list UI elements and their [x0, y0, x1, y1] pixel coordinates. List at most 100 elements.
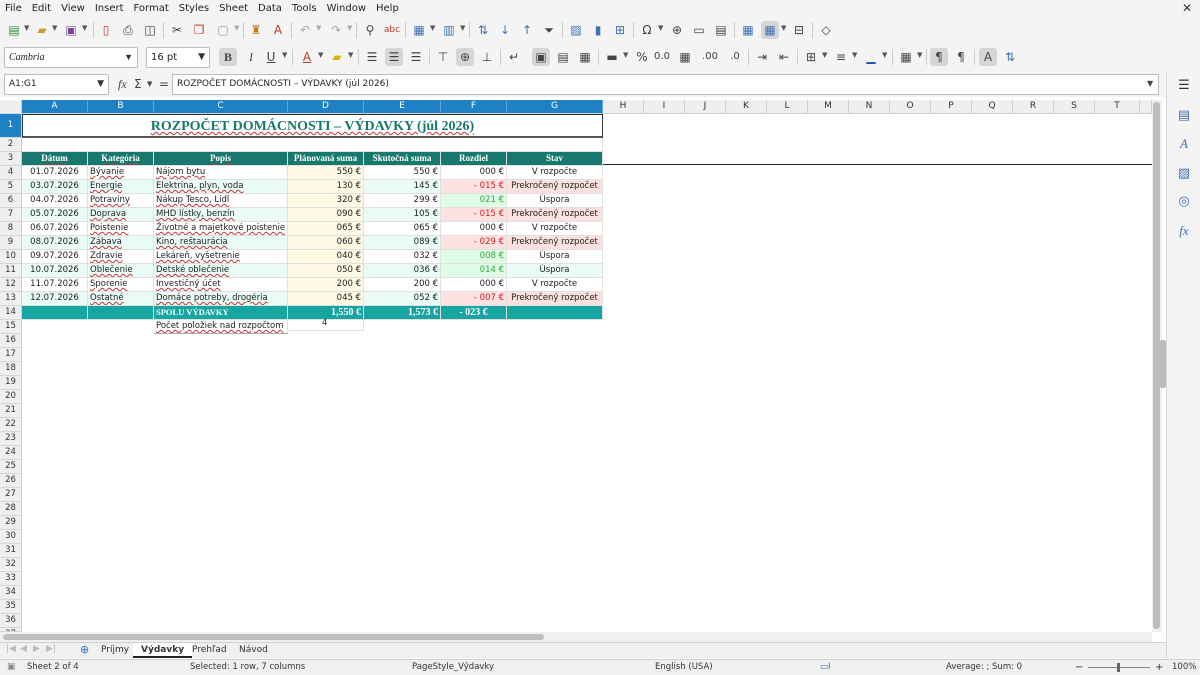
bold-icon[interactable]: B	[219, 48, 237, 66]
horizontal-scrollbar-thumb[interactable]	[3, 634, 544, 640]
cell-date[interactable]: 08.07.2026	[22, 236, 88, 250]
sheet-title[interactable]: ROZPOČET DOMÁCNOSTI – VÝDAVKY (júl 2026)	[22, 114, 603, 138]
column-header-q[interactable]: Q	[972, 100, 1013, 114]
align-center-icon[interactable]: ☰	[385, 48, 403, 66]
menu-format[interactable]: Format	[129, 0, 174, 17]
menu-window[interactable]: Window	[322, 0, 371, 17]
save-icon[interactable]: ▣	[62, 21, 80, 39]
find-replace-icon[interactable]: ⚲	[361, 21, 379, 39]
row-header-27[interactable]: 27	[0, 488, 22, 502]
cell-description[interactable]: Investičný účet	[154, 278, 288, 292]
row-header-16[interactable]: 16	[0, 334, 22, 348]
cell-description[interactable]: MHD lístky, benzín	[154, 208, 288, 222]
row-header-30[interactable]: 30	[0, 530, 22, 544]
cell-category[interactable]: Potraviny	[88, 194, 154, 208]
row-header-23[interactable]: 23	[0, 432, 22, 446]
cell-category[interactable]: Ostatné	[88, 292, 154, 306]
highlight-color-icon[interactable]: ▰	[328, 48, 346, 66]
redo-icon[interactable]: ↷	[327, 21, 345, 39]
zoom-level[interactable]: 100%	[1172, 660, 1196, 675]
menu-tools[interactable]: Tools	[287, 0, 322, 17]
cell-status[interactable]: Úspora	[507, 194, 603, 208]
cell-difference[interactable]: 000 €	[441, 278, 507, 292]
cell-planned[interactable]: 200 €	[288, 278, 364, 292]
cell-category[interactable]: Poistenie	[88, 222, 154, 236]
split-window-icon[interactable]: ⊟	[790, 21, 808, 39]
align-left-icon[interactable]: ☰	[363, 48, 381, 66]
column-header-i[interactable]: I	[644, 100, 685, 114]
freeze-rows-columns-icon[interactable]: ▦	[761, 21, 779, 39]
previous-sheet-icon[interactable]: ◀	[20, 644, 27, 654]
date-format-icon[interactable]: ▦	[676, 48, 694, 66]
spelling-icon[interactable]: abc	[383, 21, 401, 39]
cell-difference[interactable]: - 029 €	[441, 236, 507, 250]
close-document-icon[interactable]: ✕	[1182, 0, 1192, 17]
gallery-icon[interactable]: ▨	[1175, 164, 1193, 182]
text-direction-ltr-icon[interactable]: ¶	[930, 48, 948, 66]
column-header-j[interactable]: J	[685, 100, 726, 114]
total-label[interactable]: SPOLU VÝDAVKY	[154, 306, 288, 320]
row-header-5[interactable]: 5	[0, 180, 22, 194]
sort-text-icon[interactable]: ⇅	[1001, 48, 1019, 66]
function-wizard-icon[interactable]: fx	[118, 75, 127, 93]
sort-icon[interactable]: ⇅	[474, 21, 492, 39]
column-header-d[interactable]: D	[288, 100, 364, 114]
print-icon[interactable]: ⎙	[119, 21, 137, 39]
column-header-p[interactable]: P	[931, 100, 972, 114]
row-header-24[interactable]: 24	[0, 446, 22, 460]
cell-date[interactable]: 06.07.2026	[22, 222, 88, 236]
menu-data[interactable]: Data	[253, 0, 287, 17]
cell-date[interactable]: 10.07.2026	[22, 264, 88, 278]
menu-file[interactable]: File	[0, 0, 27, 17]
name-box[interactable]: A1:G1 ▼	[4, 74, 109, 95]
align-middle-icon[interactable]: ⊕	[456, 48, 474, 66]
column-header-k[interactable]: K	[726, 100, 767, 114]
tab-navod[interactable]: Návod	[231, 643, 276, 658]
row-header-28[interactable]: 28	[0, 502, 22, 516]
tab-prehlad[interactable]: Prehľad	[184, 643, 235, 658]
column-header-o[interactable]: O	[890, 100, 931, 114]
cell-status[interactable]: Prekročený rozpočet	[507, 180, 603, 194]
conditional-format-icon[interactable]: ▦	[897, 48, 915, 66]
hyperlink-icon[interactable]: ⊕	[668, 21, 686, 39]
new-document-icon[interactable]: ▤	[5, 21, 23, 39]
header-description[interactable]: Popis	[154, 152, 288, 166]
cell-description[interactable]: Nájom bytu	[154, 166, 288, 180]
row-header-9[interactable]: 9	[0, 236, 22, 250]
properties-icon[interactable]: ▤	[1175, 106, 1193, 124]
italic-icon[interactable]: I	[242, 48, 260, 66]
total-empty-cell[interactable]	[507, 306, 603, 320]
merge-cells-icon[interactable]: ▤	[554, 48, 572, 66]
autofilter-icon[interactable]: ⏷	[540, 21, 558, 39]
cell-actual[interactable]: 550 €	[364, 166, 441, 180]
align-top-icon[interactable]: ⊤	[434, 48, 452, 66]
cell-planned[interactable]: 045 €	[288, 292, 364, 306]
cell-planned[interactable]: 130 €	[288, 180, 364, 194]
align-right-icon[interactable]: ☰	[407, 48, 425, 66]
delete-decimal-icon[interactable]: .0	[726, 48, 744, 66]
cell-description[interactable]: Elektrina, plyn, voda	[154, 180, 288, 194]
cell-status[interactable]: Prekročený rozpočet	[507, 236, 603, 250]
cell-status[interactable]: Prekročený rozpočet	[507, 292, 603, 306]
selection-mode-icon[interactable]: ▭I	[820, 660, 831, 675]
add-sheet-icon[interactable]: ⊕	[80, 643, 89, 656]
cell-difference[interactable]: - 015 €	[441, 208, 507, 222]
row-header-21[interactable]: 21	[0, 404, 22, 418]
cell-difference[interactable]: 008 €	[441, 250, 507, 264]
align-bottom-icon[interactable]: ⊥	[478, 48, 496, 66]
clone-formatting-icon[interactable]: ♜	[247, 21, 265, 39]
cell-date[interactable]: 04.07.2026	[22, 194, 88, 208]
column-icon[interactable]: ▥	[440, 21, 458, 39]
row-header-14[interactable]: 14	[0, 306, 22, 320]
cell-actual[interactable]: 065 €	[364, 222, 441, 236]
first-sheet-icon[interactable]: |◀	[6, 644, 16, 654]
cell-status[interactable]: Úspora	[507, 264, 603, 278]
open-folder-icon[interactable]: ▰	[33, 21, 51, 39]
menu-help[interactable]: Help	[371, 0, 404, 17]
formula-icon[interactable]: =	[159, 75, 169, 93]
cell-description[interactable]: Lekáreň, vyšetrenie	[154, 250, 288, 264]
row-header-33[interactable]: 33	[0, 572, 22, 586]
row-header-17[interactable]: 17	[0, 348, 22, 362]
cell-description[interactable]: Nákup Tesco, Lidl	[154, 194, 288, 208]
row-header-29[interactable]: 29	[0, 516, 22, 530]
